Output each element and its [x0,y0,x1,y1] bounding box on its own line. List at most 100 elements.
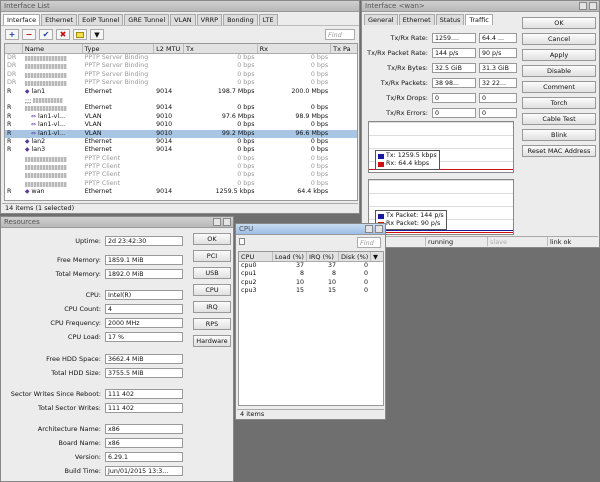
row-flag: R [7,112,12,120]
tab-ethernet[interactable]: Ethernet [41,14,78,25]
ok-button[interactable]: OK [522,17,596,29]
tab-general[interactable]: General [364,14,398,25]
table-row[interactable]: R ⇔ lan1-vl... VLAN 9010 0 bps 0 bps [5,121,357,129]
find-input[interactable]: Find [325,29,355,40]
row-type-text: Ethernet [84,87,112,95]
tab-gre-tunnel[interactable]: GRE Tunnel [124,14,170,25]
row-type-text: VLAN [84,121,102,129]
column-menu-icon[interactable]: ▼ [371,252,383,261]
reset-mac-address-button[interactable]: Reset MAC Address [522,145,596,157]
resources-titlebar[interactable]: Resources [1,217,233,228]
restore-button[interactable] [365,225,373,233]
enable-button[interactable]: ✔ [39,29,53,40]
column-header-disk[interactable]: Disk (%) [339,252,371,261]
restore-button[interactable] [579,2,587,10]
disable-button[interactable]: Disable [522,65,596,77]
field-label: Build Time: [64,467,101,475]
tab-vlan[interactable]: VLAN [170,14,196,25]
close-button[interactable] [375,225,383,233]
column-header-rx[interactable]: Rx [258,44,332,53]
table-row[interactable]: ;;; [5,96,357,104]
table-row[interactable]: R ◆ lan1 Ethernet 9014 198.7 Mbps 200.0 Mbps [5,88,357,96]
table-row[interactable]: R ◆ lan3 Ethernet 9014 0 bps 0 bps [5,146,357,154]
torch-button[interactable]: Torch [522,97,596,109]
legend-item-rx: Rx Packet: 90 p/s [378,220,444,228]
table-row[interactable]: DR PPTP Server Binding 0 bps 0 bps [5,62,357,70]
cable-test-button[interactable]: Cable Test [522,113,596,125]
comment-button[interactable]: Comment [522,81,596,93]
table-row[interactable]: DR PPTP Server Binding 0 bps 0 bps [5,54,357,62]
column-header-type[interactable]: Type [83,44,155,53]
add-button[interactable]: + [5,29,19,40]
cpu-titlebar[interactable]: CPU [236,224,385,235]
tab-status[interactable]: Status [435,14,465,25]
redacted-name [24,72,67,78]
table-row[interactable]: R ◆ wan Ethernet 9014 1259.5 kbps 64.4 kbps [5,188,357,196]
table-row[interactable]: R ⇔ lan1-vl... VLAN 9010 97.6 Mbps 98.9 Mbps [5,113,357,121]
restore-button[interactable] [213,218,221,226]
column-header-tx-packets[interactable]: Tx Pa [331,44,357,53]
table-row[interactable]: R ⇔ lan1-vl... VLAN 9010 99.2 Mbps 96.6 Mbps [5,129,357,138]
field-tx-rx-bytes: Tx/Rx Bytes: 32.5 GiB 31.3 GiB [364,63,517,73]
filter-button[interactable]: ▼ [90,29,104,40]
apply-button[interactable]: Apply [522,49,596,61]
table-row[interactable]: PPTP Client 0 bps 0 bps [5,180,357,188]
table-row[interactable]: DR PPTP Server Binding 0 bps 0 bps [5,79,357,87]
column-header-l2mtu[interactable]: L2 MTU [154,44,184,53]
cpu-filter-button[interactable] [239,238,245,245]
row-tx: 0 bps [237,163,255,171]
row-rx [258,96,332,104]
cancel-button[interactable]: Cancel [522,33,596,45]
tab-lte[interactable]: LTE [258,14,278,25]
table-row[interactable]: cpu0 37 37 0 [239,262,383,270]
hardware-button[interactable]: Hardware [193,335,231,347]
interface-detail-titlebar[interactable]: Interface <wan> [362,1,599,12]
table-row[interactable]: PPTP Client 0 bps 0 bps [5,155,357,163]
row-tx-packets [331,79,357,87]
table-row[interactable]: DR PPTP Server Binding 0 bps 0 bps [5,71,357,79]
legend-label: Tx Packet: 144 p/s [386,212,444,219]
row-tx-packets [331,163,357,171]
interface-list-titlebar[interactable]: Interface List [1,1,359,12]
row-type: PPTP Client [83,171,155,179]
row-name-text: lan1 [31,87,46,95]
legend-item-tx: Tx Packet: 144 p/s [378,212,444,220]
comment-button[interactable] [73,29,87,40]
tab-ethernet[interactable]: Ethernet [398,14,435,25]
pci-button[interactable]: PCI [193,250,231,262]
resource-field: CPU: Intel(R) [3,290,183,300]
blink-button[interactable]: Blink [522,129,596,141]
table-row[interactable]: cpu2 10 10 0 [239,279,383,287]
tab-traffic[interactable]: Traffic [465,14,493,25]
remove-button[interactable]: − [22,29,36,40]
table-row[interactable]: R ◆ lan2 Ethernet 9014 0 bps 0 bps [5,138,357,146]
usb-button[interactable]: USB [193,267,231,279]
column-header-load[interactable]: Load (%) [273,252,307,261]
column-header-name[interactable]: Name [23,44,83,53]
table-row[interactable]: PPTP Client 0 bps 0 bps [5,171,357,179]
table-row[interactable]: R Ethernet 9014 0 bps 0 bps [5,104,357,112]
row-rx: 0 bps [310,171,329,179]
cpu-button[interactable]: CPU [193,284,231,296]
cpu-find-input[interactable]: Find [357,237,381,248]
ok-button[interactable]: OK [193,233,231,245]
field-label: Total HDD Size: [51,369,101,377]
table-row[interactable]: cpu1 8 8 0 [239,270,383,278]
table-row[interactable]: cpu3 15 15 0 [239,287,383,295]
irq-button[interactable]: IRQ [193,301,231,313]
tab-vrrp[interactable]: VRRP [196,14,223,25]
interface-status: 14 items (1 selected) [2,203,358,212]
column-header-cpu[interactable]: CPU [239,252,273,261]
column-header-irq[interactable]: IRQ (%) [307,252,339,261]
close-button[interactable] [223,218,231,226]
tab-eoip-tunnel[interactable]: EoIP Tunnel [78,14,124,25]
table-row[interactable]: PPTP Client 0 bps 0 bps [5,163,357,171]
field-value: 17 % [105,332,183,342]
tab-interface[interactable]: Interface [3,14,41,25]
close-button[interactable] [589,2,597,10]
disable-button[interactable]: ✖ [56,29,70,40]
rps-button[interactable]: RPS [193,318,231,330]
tab-bonding[interactable]: Bonding [223,14,258,25]
row-rx: 0 bps [310,79,329,87]
column-header-tx[interactable]: Tx [184,44,258,53]
